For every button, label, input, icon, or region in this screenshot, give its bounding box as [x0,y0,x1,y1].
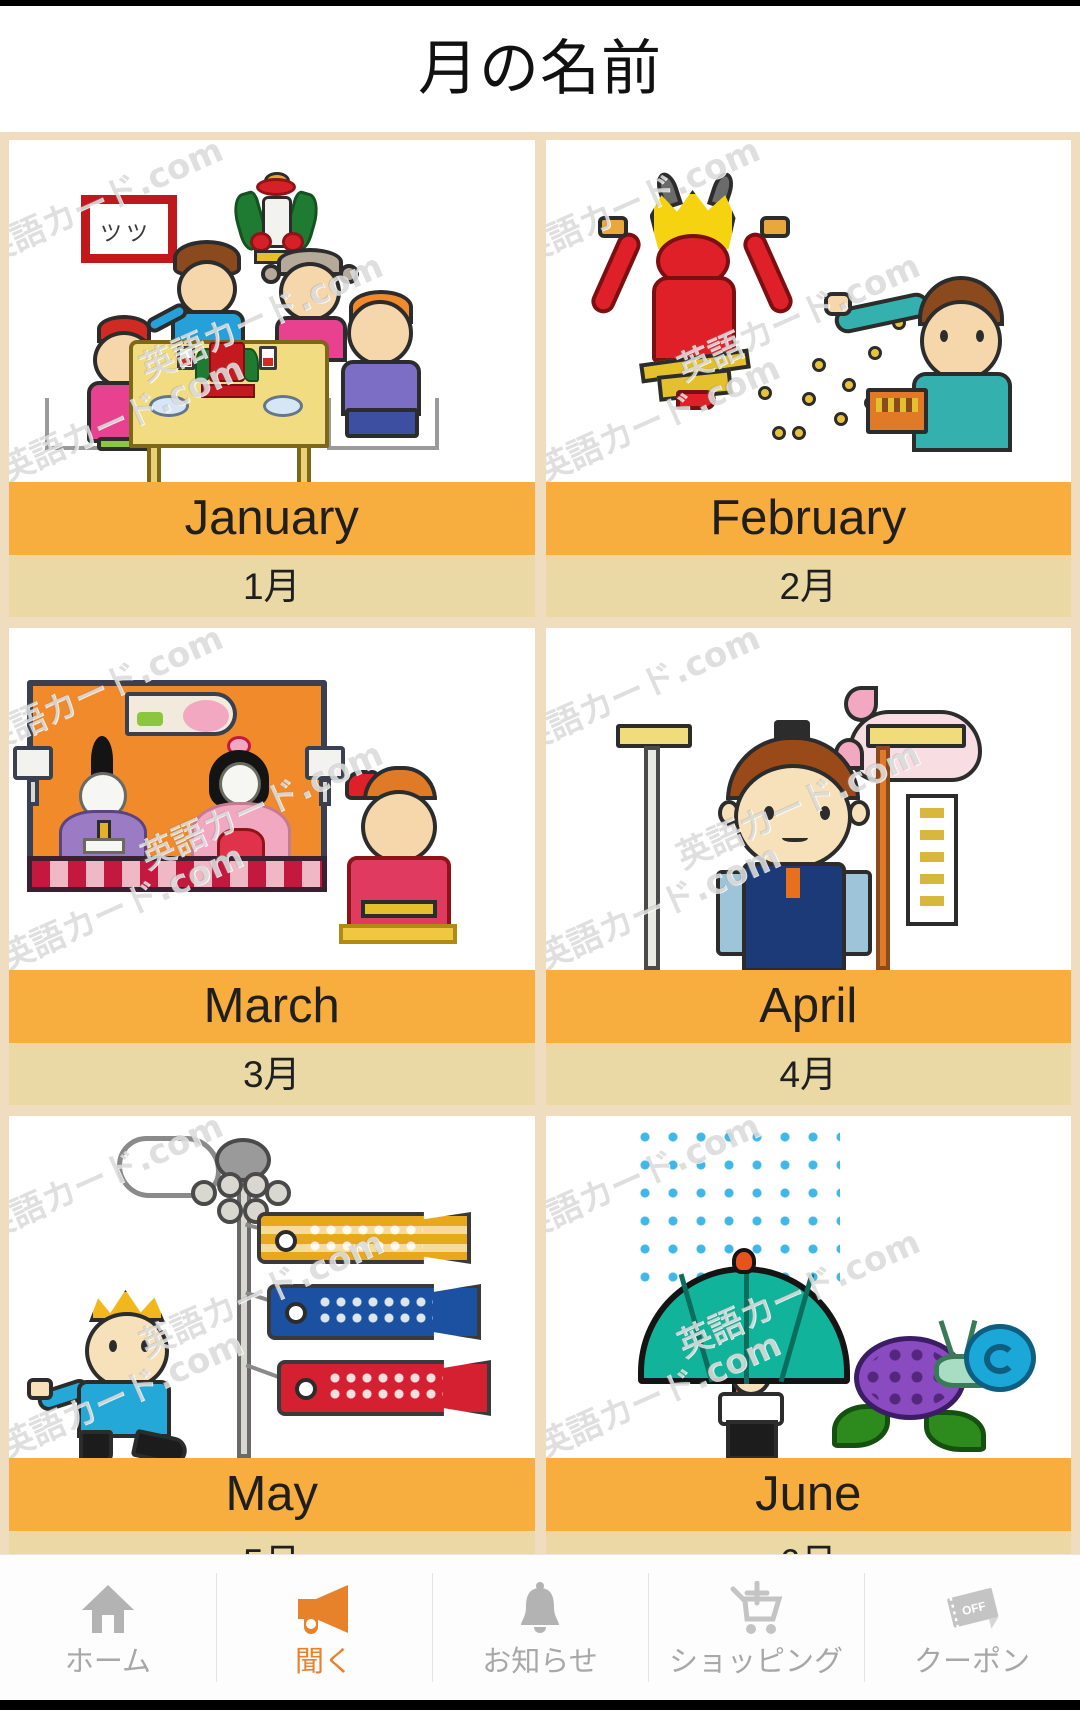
month-label-en-june: June [545,1458,1071,1531]
school-gate-left-post [615,724,692,970]
bean [791,426,806,440]
month-label-ja-may: 5月 [9,1531,535,1554]
koinobori-carp-red [277,1360,491,1416]
scene-rainy-season [546,1116,1072,1458]
month-name-english: March [203,979,340,1033]
month-illustration-april: 英語カード.com 英語カード.com 英語カード.com [545,628,1072,970]
month-name-english: April [759,979,858,1033]
coupon-icon: OFF [941,1579,1003,1639]
month-label-ja-april: 4月 [545,1043,1071,1105]
month-card-grid: 英語カード.com 英語カード.com 英語カード.com January 1月 [9,140,1071,1554]
bottom-navigation-bar: ホーム 聞く お知らせ ショッピング OFF クーポン [0,1554,1080,1700]
month-card-june[interactable]: 英語カード.com 英語カード.com 英語カード.com June 6月 [545,1116,1072,1555]
nav-item-home[interactable]: ホーム [0,1555,216,1700]
month-name-english: February [710,491,907,545]
home-indicator-strip [0,1700,1080,1710]
cup-left [177,346,195,370]
nav-label-notifications: お知らせ [482,1645,598,1678]
shopping-cart-icon [725,1579,787,1639]
osechi-food [195,336,259,398]
month-label-en-march: March [9,970,535,1043]
month-card-march[interactable]: 英語カード.com 英語カード.com 英語カード.com March 3月 [9,628,535,1105]
month-name-english: May [225,1467,319,1521]
month-card-february[interactable]: 英語カード.com 英語カード.com 英語カード.com February 2… [545,140,1072,617]
month-name-japanese: 6月 [779,1544,837,1555]
boy-throwing-beans [823,268,1026,468]
scene-koinobori [9,1116,535,1458]
month-label-ja-june: 6月 [545,1531,1071,1555]
month-card-april[interactable]: 英語カード.com 英語カード.com 英語カード.com April 4月 [545,628,1072,1105]
cup-right [259,346,277,370]
bonbori-lamp-left [9,746,57,812]
nav-label-shopping: ショッピング [668,1645,843,1678]
scene-setsubun [546,140,1072,482]
bean [771,426,786,440]
koinobori-carp-blue [267,1284,481,1340]
umbrella-tip [731,1248,756,1274]
page-header: 月の名前 [0,6,1080,132]
decorative-scroll [125,692,237,736]
month-name-japanese: 3月 [242,1053,301,1095]
red-oni-demon [587,169,796,412]
nav-item-shopping[interactable]: ショッピング [648,1555,864,1700]
hina-doll-emperor [57,736,149,866]
month-name-english: January [184,491,359,545]
month-illustration-march: 英語カード.com 英語カード.com 英語カード.com [9,628,535,970]
hina-stage-steps [27,856,327,892]
month-name-japanese: 4月 [779,1053,838,1095]
month-label-en-may: May [9,1458,535,1531]
boy-in-school-uniform [708,720,888,970]
month-illustration-january: 英語カード.com 英語カード.com 英語カード.com [9,140,535,482]
nav-label-home: ホーム [64,1645,152,1678]
bell-icon [509,1579,571,1639]
scene-hina-matsuri [9,628,535,970]
scene-school-entrance [546,628,1072,970]
month-name-english: June [755,1467,862,1521]
child-purple-shirt [339,290,435,440]
home-icon [77,1579,139,1639]
month-name-japanese: 2月 [779,565,838,607]
hina-doll-empress [191,736,291,866]
month-label-en-april: April [545,970,1071,1043]
scene-new-year-family [9,140,535,482]
bean [811,358,826,372]
boy-with-paper-helmet [27,1288,211,1458]
month-card-january[interactable]: 英語カード.com 英語カード.com 英語カード.com January 1月 [9,140,535,617]
nav-item-listen[interactable]: 聞く [216,1555,432,1700]
month-label-ja-february: 2月 [545,555,1071,617]
koinobori-carp-yellow [257,1212,471,1264]
dish-left [149,395,189,417]
dish-right [263,395,303,417]
bean [801,392,816,406]
nav-item-coupon[interactable]: OFF クーポン [864,1555,1080,1700]
month-name-japanese: 5月 [243,1544,301,1555]
bean [757,386,772,400]
month-card-may[interactable]: 英語カード.com 英語カード.com 英語カード.com May 5月 [9,1116,535,1554]
month-name-japanese: 1月 [242,565,301,607]
page-title: 月の名前 [418,35,662,102]
girl-in-kimono [339,764,459,944]
megaphone-icon [293,1579,355,1639]
nav-label-coupon: クーポン [913,1645,1030,1678]
month-illustration-may: 英語カード.com 英語カード.com 英語カード.com [9,1116,535,1458]
month-label-ja-march: 3月 [9,1043,535,1105]
nav-label-listen: 聞く [294,1645,353,1678]
app-root: 月の名前 ツツ 英語カード.com 英語カード.com 英語カード.com Ja… [0,0,1080,1710]
month-label-en-february: February [545,482,1071,555]
month-label-en-january: January [9,482,535,555]
month-card-scroll-area[interactable]: 英語カード.com 英語カード.com 英語カード.com January 1月 [0,132,1080,1554]
month-illustration-june: 英語カード.com 英語カード.com 英語カード.com [545,1116,1072,1458]
month-label-ja-january: 1月 [9,555,535,617]
month-illustration-february: 英語カード.com 英語カード.com 英語カード.com [545,140,1072,482]
nav-item-notifications[interactable]: お知らせ [432,1555,648,1700]
snail [933,1296,1042,1392]
